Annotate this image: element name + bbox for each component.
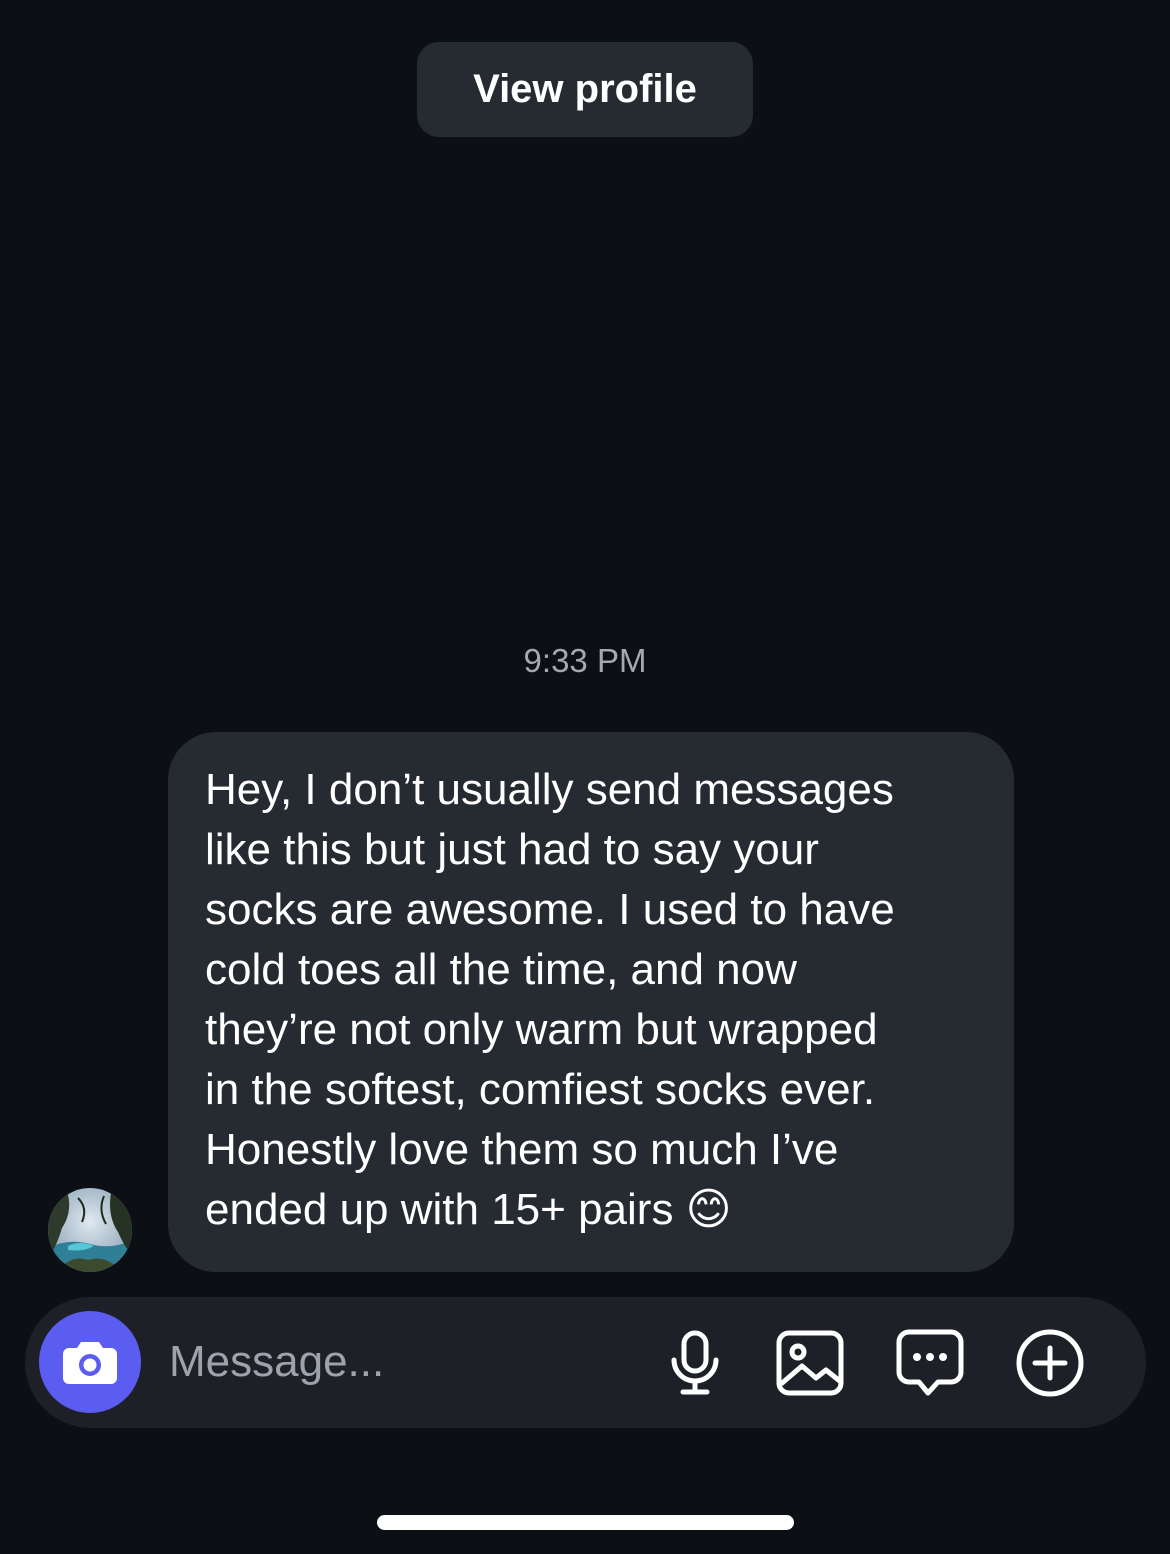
message-composer [25, 1297, 1146, 1428]
message-timestamp: 9:33 PM [523, 642, 647, 679]
message-input[interactable] [169, 1327, 639, 1397]
more-options-button[interactable] [1014, 1327, 1086, 1399]
avatar-photo-icon [48, 1188, 132, 1272]
plus-circle-icon [1016, 1329, 1084, 1397]
message-bubble[interactable]: Hey, I don’t usually send messages like … [168, 732, 1014, 1272]
view-profile-button[interactable]: View profile [417, 42, 753, 137]
message-text: Hey, I don’t usually send messages like … [205, 765, 895, 1234]
microphone-icon [671, 1330, 719, 1395]
camera-button[interactable] [39, 1311, 141, 1413]
microphone-button[interactable] [659, 1327, 731, 1399]
gallery-button[interactable] [774, 1327, 846, 1399]
camera-icon [63, 1342, 117, 1384]
gallery-icon [776, 1330, 844, 1396]
home-indicator[interactable] [377, 1515, 794, 1530]
sticker-chat-icon [896, 1329, 964, 1396]
avatar[interactable] [48, 1188, 132, 1272]
sticker-chat-button[interactable] [894, 1327, 966, 1399]
chat-screen: View profile 9:33 PM Hey, I don’t usuall… [0, 0, 1170, 1554]
